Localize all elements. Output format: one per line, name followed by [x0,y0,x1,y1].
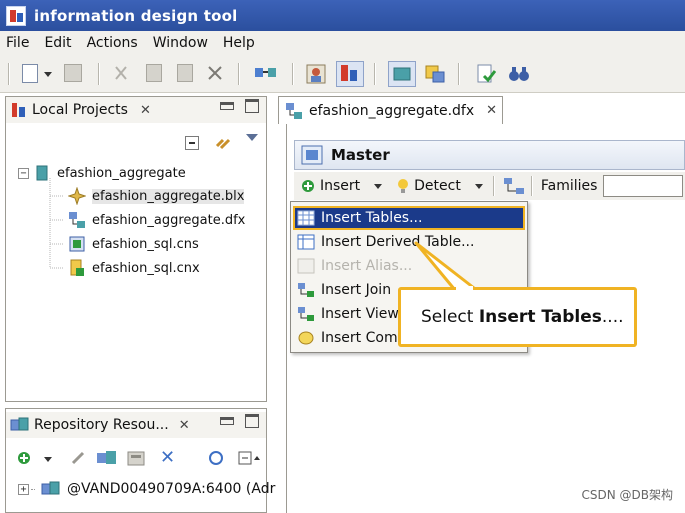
perspective-icon[interactable] [336,61,364,87]
join-icon [297,282,315,298]
comment-icon [297,330,315,346]
minimize-icon[interactable] [220,417,234,425]
collapse-all-icon[interactable] [185,136,199,150]
detect-menu-button[interactable]: Detect [414,178,461,194]
insert-session-icon[interactable] [16,450,32,466]
insert-icon [300,178,316,194]
repository-session-item[interactable]: + @VAND00490709A:6400 (Adr [18,478,275,500]
data-foundation-icon[interactable] [388,61,416,87]
expand-icon[interactable]: + [18,483,29,495]
view-icon [297,306,315,322]
repository-label: Repository Resou... [34,417,169,433]
watermark: CSDN @DB架构 [581,488,673,502]
publish-icon[interactable] [96,449,118,467]
callout-joint [456,286,473,291]
close-icon[interactable]: ✕ [486,103,497,118]
cut-icon[interactable] [112,64,130,82]
delete-icon[interactable]: ✕ [160,447,175,468]
repository-session-label: @VAND00490709A:6400 (Adr [67,481,276,497]
session-icon [41,480,61,498]
menu-insert-alias[interactable]: Insert Alias... [293,254,525,278]
maximize-icon[interactable] [245,99,259,113]
binoculars-icon[interactable] [508,64,530,84]
data-foundation-file-icon [285,102,303,120]
editor-toolbar: Insert Detect Families [294,172,685,200]
families-label: Families [540,178,598,194]
detect-dropdown-icon[interactable] [474,183,483,189]
collapse-menu-icon[interactable] [238,450,260,466]
delete-icon[interactable] [206,64,224,82]
instruction-callout: Select Insert Tables.... [398,287,637,347]
close-icon[interactable]: ✕ [179,418,190,433]
lightbulb-icon [396,178,410,194]
families-input[interactable] [603,175,684,197]
master-header: Master [294,140,685,170]
toolbar-separator [238,63,240,85]
callout-prefix: Select [421,307,479,327]
menu-help[interactable]: Help [223,35,255,51]
connection-icon[interactable] [254,64,278,82]
master-view-icon [301,145,323,165]
repository-icon [10,416,30,434]
derived-table-icon [297,234,315,250]
editor-tab-dfx[interactable]: efashion_aggregate.dfx ✕ [278,96,503,124]
title-bar: information design tool [0,0,685,31]
tree-item-label: efashion_aggregate.blx [92,188,245,204]
table-icon [297,210,315,226]
layout-icon[interactable] [503,177,525,195]
close-icon[interactable]: ✕ [140,103,151,118]
paste-icon[interactable] [177,64,193,82]
properties-icon[interactable] [126,449,146,467]
edit-icon[interactable] [70,450,86,466]
master-title: Master [331,146,390,164]
main-toolbar [0,55,685,93]
alias-icon [297,258,315,274]
menu-bar: File Edit Actions Window Help [0,31,685,55]
check-integrity-icon[interactable] [476,64,497,84]
tree-item-label: efashion_sql.cns [92,236,199,252]
insert-menu-button[interactable]: Insert [320,178,360,194]
repository-toolbar: ✕ [6,446,266,472]
menu-insert-derived-table[interactable]: Insert Derived Table... [293,230,525,254]
minimize-icon[interactable] [220,102,234,110]
toolbar-separator [492,176,495,196]
editor-tab-label: efashion_aggregate.dfx [309,102,475,119]
toolbar-separator [292,63,294,85]
repository-tab[interactable]: Repository Resou... ✕ [6,412,266,438]
tree-connector-lines [49,178,64,269]
user-icon[interactable] [306,64,326,84]
tree-item-label: efashion_aggregate.dfx [92,212,246,228]
copy-icon[interactable] [146,64,162,82]
maximize-icon[interactable] [245,414,259,428]
view-menu-icon[interactable] [246,134,258,141]
insert-dropdown-icon[interactable] [44,457,52,462]
toolbar-separator [530,176,533,196]
link-editor-icon[interactable] [214,134,234,152]
toolbar-separator [458,63,460,85]
business-layer-icon[interactable] [424,64,446,84]
refresh-icon[interactable] [206,449,226,467]
callout-bold: Insert Tables [478,307,602,327]
menu-insert-tables[interactable]: Insert Tables... [293,206,525,230]
toolbar-separator [374,63,376,85]
insert-dropdown-icon[interactable] [374,183,383,189]
callout-suffix: .... [601,307,624,327]
tree-item-label: efashion_sql.cnx [92,260,200,276]
menu-window[interactable]: Window [153,35,208,51]
